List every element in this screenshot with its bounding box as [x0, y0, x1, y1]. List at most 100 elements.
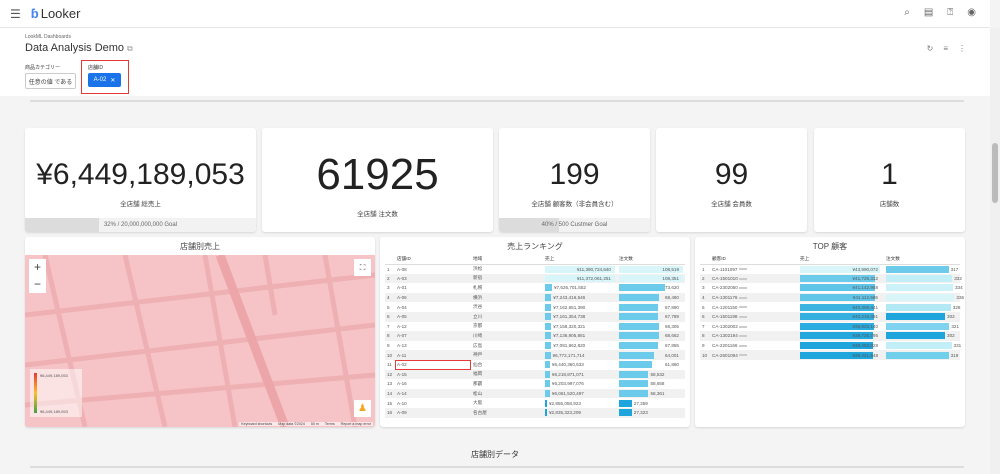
table-row[interactable]: 10 CA-2601094 ¥39,421,548 319 — [700, 350, 960, 360]
customer-id[interactable]: CA-2302050 — [710, 283, 798, 293]
row-number: 13 — [387, 381, 393, 387]
menu-icon[interactable]: ☰ — [10, 7, 21, 21]
column-header[interactable]: 地域 — [471, 255, 543, 265]
account-icon[interactable]: ◉ — [967, 7, 976, 18]
table-row[interactable]: 15 A-10 大阪 ¥2,855,058,923 27,359 — [385, 398, 685, 408]
row-number: 12 — [385, 369, 395, 380]
scrollbar-thumb[interactable] — [992, 143, 998, 203]
table-row[interactable]: 4 A-06 横浜 ¥7,243,416,546 68,460 — [385, 292, 685, 303]
category-filter-button[interactable]: 任意の値 である — [25, 73, 76, 89]
table-row[interactable]: 9 CA-2201166 ¥39,483,028 331 — [700, 341, 961, 351]
store-id[interactable]: A-04 — [395, 302, 471, 312]
bar-cell: ¥6,203,997,076 — [543, 379, 617, 389]
reload-icon[interactable]: ↻ — [927, 44, 934, 53]
store-filter-chip[interactable]: A-02 ✕ — [88, 73, 121, 87]
bar-cell: ¥2,855,058,923 — [543, 398, 617, 408]
table-row[interactable]: 2 A-03 新宿 ¥11,372,061,251 108,351 — [385, 273, 685, 284]
store-id[interactable]: A-06 — [395, 292, 471, 303]
store-id[interactable]: A-08 — [395, 264, 471, 274]
zoom-out-button[interactable]: − — [29, 276, 46, 293]
store-id[interactable]: A-05 — [395, 311, 471, 322]
bar-cell: 108,351 — [617, 273, 685, 284]
filter-label-category: 商品カテゴリー — [25, 65, 61, 71]
store-id[interactable]: A-16 — [395, 379, 471, 389]
column-header[interactable]: 顧客ID — [710, 255, 798, 265]
store-id[interactable]: A-12 — [395, 322, 471, 332]
store-id[interactable]: A-13 — [395, 341, 471, 351]
close-icon[interactable]: ✕ — [110, 77, 115, 84]
bar-value: ¥6,772,171,714 — [552, 352, 585, 358]
customer-id[interactable]: CA-1302194 — [710, 331, 798, 341]
search-icon[interactable]: ⌕ — [904, 7, 910, 18]
customer-id[interactable]: CA-1201150 — [710, 302, 798, 312]
table-row[interactable]: 12 A-15 福岡 ¥6,218,871,071 58,532 — [385, 369, 685, 380]
store-id[interactable]: A-09 — [395, 407, 471, 418]
bar-value: ¥7,158,320,321 — [553, 323, 586, 329]
store-id[interactable]: A-10 — [395, 398, 471, 408]
column-header[interactable]: 売上 — [798, 255, 884, 265]
store-id[interactable]: A-14 — [395, 388, 471, 399]
table-row[interactable]: 7 CA-1302002 ¥39,923,140 321 — [700, 322, 960, 332]
help-icon[interactable]: ⍰ — [947, 7, 953, 18]
column-header[interactable]: 注文数 — [617, 255, 685, 265]
bar-value: 27,359 — [633, 400, 648, 406]
pegman-icon[interactable]: ♟ — [354, 400, 371, 417]
bar — [545, 361, 550, 369]
filter-icon[interactable]: ≡ — [943, 44, 948, 53]
top-customers-table: 顧客ID 売上 注文数 1 CA-1101097 ¥43,990,072 317 2 CA-… — [700, 255, 964, 360]
table-row[interactable]: 14 A-14 松山 ¥6,061,520,497 58,361 — [385, 388, 685, 399]
table-row[interactable]: 1 A-08 浜松 ¥11,390,724,640 108,519 — [385, 264, 685, 274]
bar-cell: ¥39,725,795 — [798, 331, 884, 341]
store-id[interactable]: A-03 — [395, 273, 471, 284]
table-row[interactable]: 3 CA-2302050 ¥41,142,958 334 — [700, 283, 963, 293]
table-row[interactable]: 1 CA-1101097 ¥43,990,072 317 — [700, 264, 960, 274]
zoom-in-button[interactable]: + — [29, 259, 46, 276]
tile-title: 売上ランキング — [507, 242, 563, 251]
store-id[interactable]: A-01 — [395, 283, 471, 293]
breadcrumb[interactable]: LookML Dashboards — [25, 34, 71, 40]
bar — [619, 294, 659, 302]
table-row[interactable]: 2 CA-1501010 ¥41,725,312 332 — [700, 273, 962, 284]
table-row[interactable]: 3 A-01 札幌 ¥7,626,701,552 73,620 — [385, 283, 685, 293]
table-row[interactable]: 10 A-11 神戸 ¥6,772,171,714 64,001 — [385, 350, 685, 360]
table-row[interactable]: 5 A-04 渋谷 ¥7,162,651,390 67,890 — [385, 302, 685, 312]
table-row[interactable]: 4 CA-1301176 ¥41,112,586 336 — [700, 292, 964, 303]
column-header[interactable]: 店舗ID — [395, 255, 471, 265]
table-row[interactable]: 8 A-07 川崎 ¥7,136,905,861 68,662 — [385, 331, 685, 341]
copy-icon[interactable]: ⧉ — [127, 44, 133, 53]
table-row[interactable]: 16 A-09 名古屋 ¥2,835,323,209 27,323 — [385, 407, 685, 418]
store-id[interactable]: A-15 — [395, 369, 471, 380]
store-id[interactable]: A-02 — [395, 359, 471, 370]
table-row[interactable]: 13 A-16 那覇 ¥6,203,997,076 58,658 — [385, 379, 685, 389]
looker-logo[interactable]: ɓ Looker — [31, 6, 81, 21]
column-header[interactable]: 注文数 — [884, 255, 960, 265]
customer-id[interactable]: CA-1302002 — [710, 322, 798, 332]
bar-cell: 68,305 — [617, 322, 685, 332]
bar-value: ¥7,161,354,738 — [553, 314, 586, 320]
table-row[interactable]: 11 A-02 仙台 ¥6,440,360,533 61,860 — [385, 359, 685, 370]
store-id[interactable]: A-11 — [395, 350, 471, 360]
map[interactable]: + − ⛶ ♟ ¥6,449,189,053 ¥6,449,189,053 Ke… — [25, 255, 375, 427]
customer-id[interactable]: CA-1301176 — [710, 292, 798, 303]
customer-id[interactable]: CA-1501198 — [710, 311, 798, 322]
bar-cell: 331 — [884, 341, 961, 351]
table-row[interactable]: 8 CA-1302194 ¥39,725,795 302 — [700, 331, 960, 341]
column-header[interactable]: 売上 — [543, 255, 617, 265]
store-id[interactable]: A-07 — [395, 331, 471, 341]
more-icon[interactable]: ⋮ — [958, 44, 966, 53]
customer-id[interactable]: CA-1101097 — [710, 264, 798, 274]
marketplace-icon[interactable]: ▤ — [924, 7, 933, 18]
customer-id[interactable]: CA-2601094 — [710, 350, 798, 360]
redacted-name — [738, 306, 747, 309]
row-number: 2 — [385, 273, 395, 284]
table-row[interactable]: 5 CA-1201150 ¥40,306,441 328 — [700, 302, 960, 312]
table-row[interactable]: 6 CA-1501198 ¥40,219,391 302 — [700, 311, 960, 322]
customer-id[interactable]: CA-2201166 — [710, 341, 798, 351]
scrollbar[interactable] — [990, 28, 1000, 474]
table-row[interactable]: 7 A-12 京都 ¥7,158,320,321 68,305 — [385, 322, 685, 332]
table-row[interactable]: 9 A-13 広島 ¥7,081,862,820 67,855 — [385, 341, 685, 351]
table-row[interactable]: 6 A-05 立川 ¥7,161,354,738 67,789 — [385, 311, 685, 322]
customer-id[interactable]: CA-1501010 — [710, 273, 798, 284]
fullscreen-button[interactable]: ⛶ — [354, 259, 371, 276]
row-number: 7 — [387, 323, 390, 329]
